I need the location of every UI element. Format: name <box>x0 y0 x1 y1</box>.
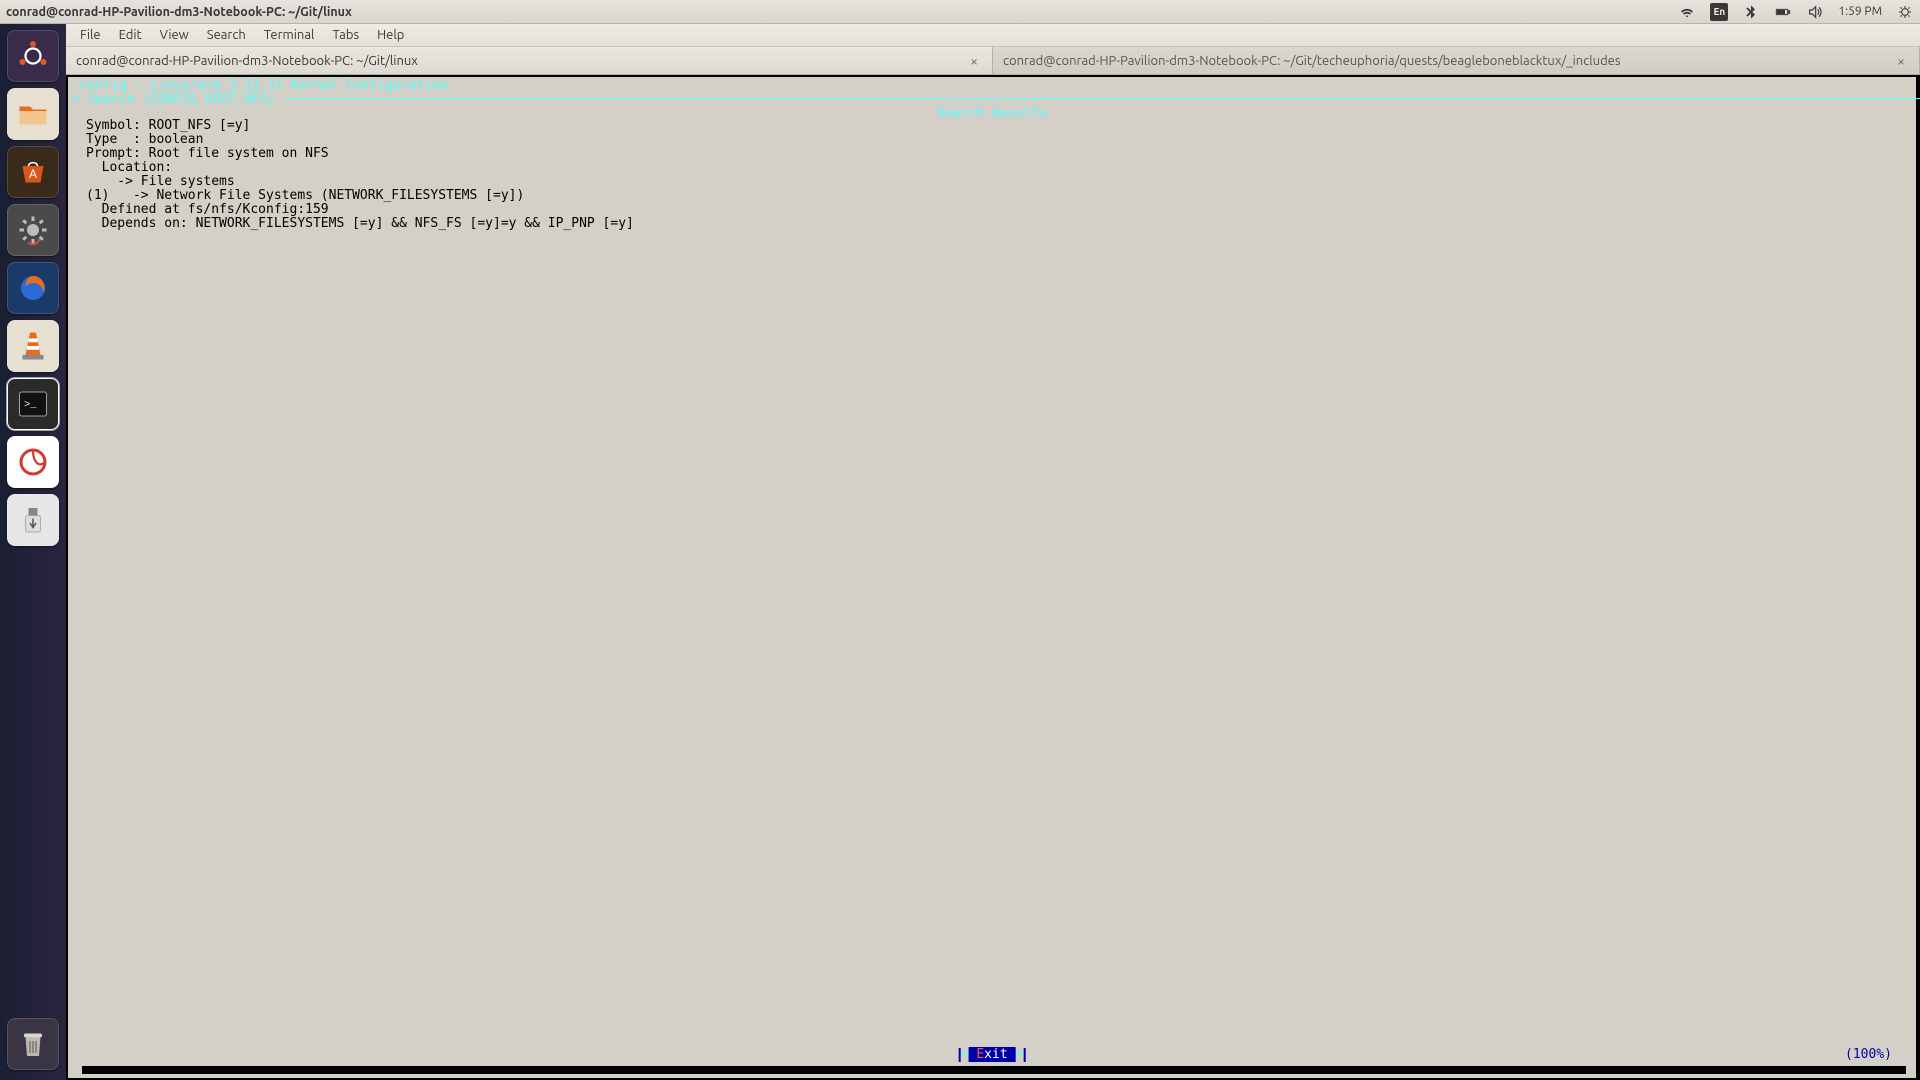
menu-edit[interactable]: Edit <box>111 26 150 44</box>
volume-icon[interactable] <box>1806 3 1824 21</box>
vlc-icon[interactable] <box>7 320 59 372</box>
terminal-viewport[interactable]: .config - Linux/arm 3.13.11 Kernel Confi… <box>66 75 1920 1080</box>
battery-icon[interactable] <box>1774 3 1792 21</box>
svg-text:A: A <box>29 167 37 181</box>
tab-2[interactable]: conrad@conrad-HP-Pavilion-dm3-Notebook-P… <box>993 47 1920 74</box>
pdf-reader-icon[interactable] <box>7 436 59 488</box>
box-shadow <box>82 1066 1906 1074</box>
tab-bar: conrad@conrad-HP-Pavilion-dm3-Notebook-P… <box>66 47 1920 75</box>
terminal-icon[interactable]: >_ <box>7 378 59 430</box>
menu-help[interactable]: Help <box>369 26 412 44</box>
trash-icon[interactable] <box>7 1018 59 1070</box>
tab-label: conrad@conrad-HP-Pavilion-dm3-Notebook-P… <box>76 54 966 68</box>
menu-tabs[interactable]: Tabs <box>324 26 367 44</box>
kconfig-header: .config - Linux/arm 3.13.11 Kernel Confi… <box>68 77 1916 93</box>
wifi-icon[interactable] <box>1678 3 1696 21</box>
close-icon[interactable]: × <box>966 53 982 69</box>
svg-text:>_: >_ <box>24 399 37 411</box>
menu-search[interactable]: Search <box>199 26 254 44</box>
exit-button[interactable]: < Exit > <box>959 1048 1026 1062</box>
scroll-percent: (100%) <box>1845 1048 1892 1062</box>
bluetooth-icon[interactable] <box>1742 3 1760 21</box>
dash-icon[interactable] <box>7 30 59 82</box>
search-results-body: Symbol: ROOT_NFS [=y] Type : boolean Pro… <box>86 119 1898 231</box>
software-center-icon[interactable]: A <box>7 146 59 198</box>
kconfig-breadcrumb: > Search (CONFIG_ROOT_NFS) ─────────────… <box>68 93 1916 107</box>
system-top-bar: conrad@conrad-HP-Pavilion-dm3-Notebook-P… <box>0 0 1920 24</box>
firefox-icon[interactable] <box>7 262 59 314</box>
menu-file[interactable]: File <box>72 26 109 44</box>
window-title: conrad@conrad-HP-Pavilion-dm3-Notebook-P… <box>6 5 1678 19</box>
tab-label: conrad@conrad-HP-Pavilion-dm3-Notebook-P… <box>1003 54 1893 68</box>
close-icon[interactable]: × <box>1893 53 1909 69</box>
unity-launcher: A >_ <box>0 24 66 1080</box>
menu-view[interactable]: View <box>152 26 197 44</box>
clock[interactable]: 1:59 PM <box>1838 5 1882 18</box>
settings-icon[interactable] <box>7 204 59 256</box>
menu-terminal[interactable]: Terminal <box>256 26 323 44</box>
tab-1[interactable]: conrad@conrad-HP-Pavilion-dm3-Notebook-P… <box>66 47 993 74</box>
keyboard-lang-indicator[interactable]: En <box>1710 3 1728 21</box>
files-icon[interactable] <box>7 88 59 140</box>
menubar: File Edit View Search Terminal Tabs Help <box>66 24 1920 47</box>
usb-device-icon[interactable] <box>7 494 59 546</box>
terminal-window: File Edit View Search Terminal Tabs Help… <box>66 24 1920 1080</box>
system-tray: En 1:59 PM <box>1678 3 1914 21</box>
menuconfig-screen: .config - Linux/arm 3.13.11 Kernel Confi… <box>68 77 1916 1078</box>
power-icon[interactable] <box>1896 3 1914 21</box>
